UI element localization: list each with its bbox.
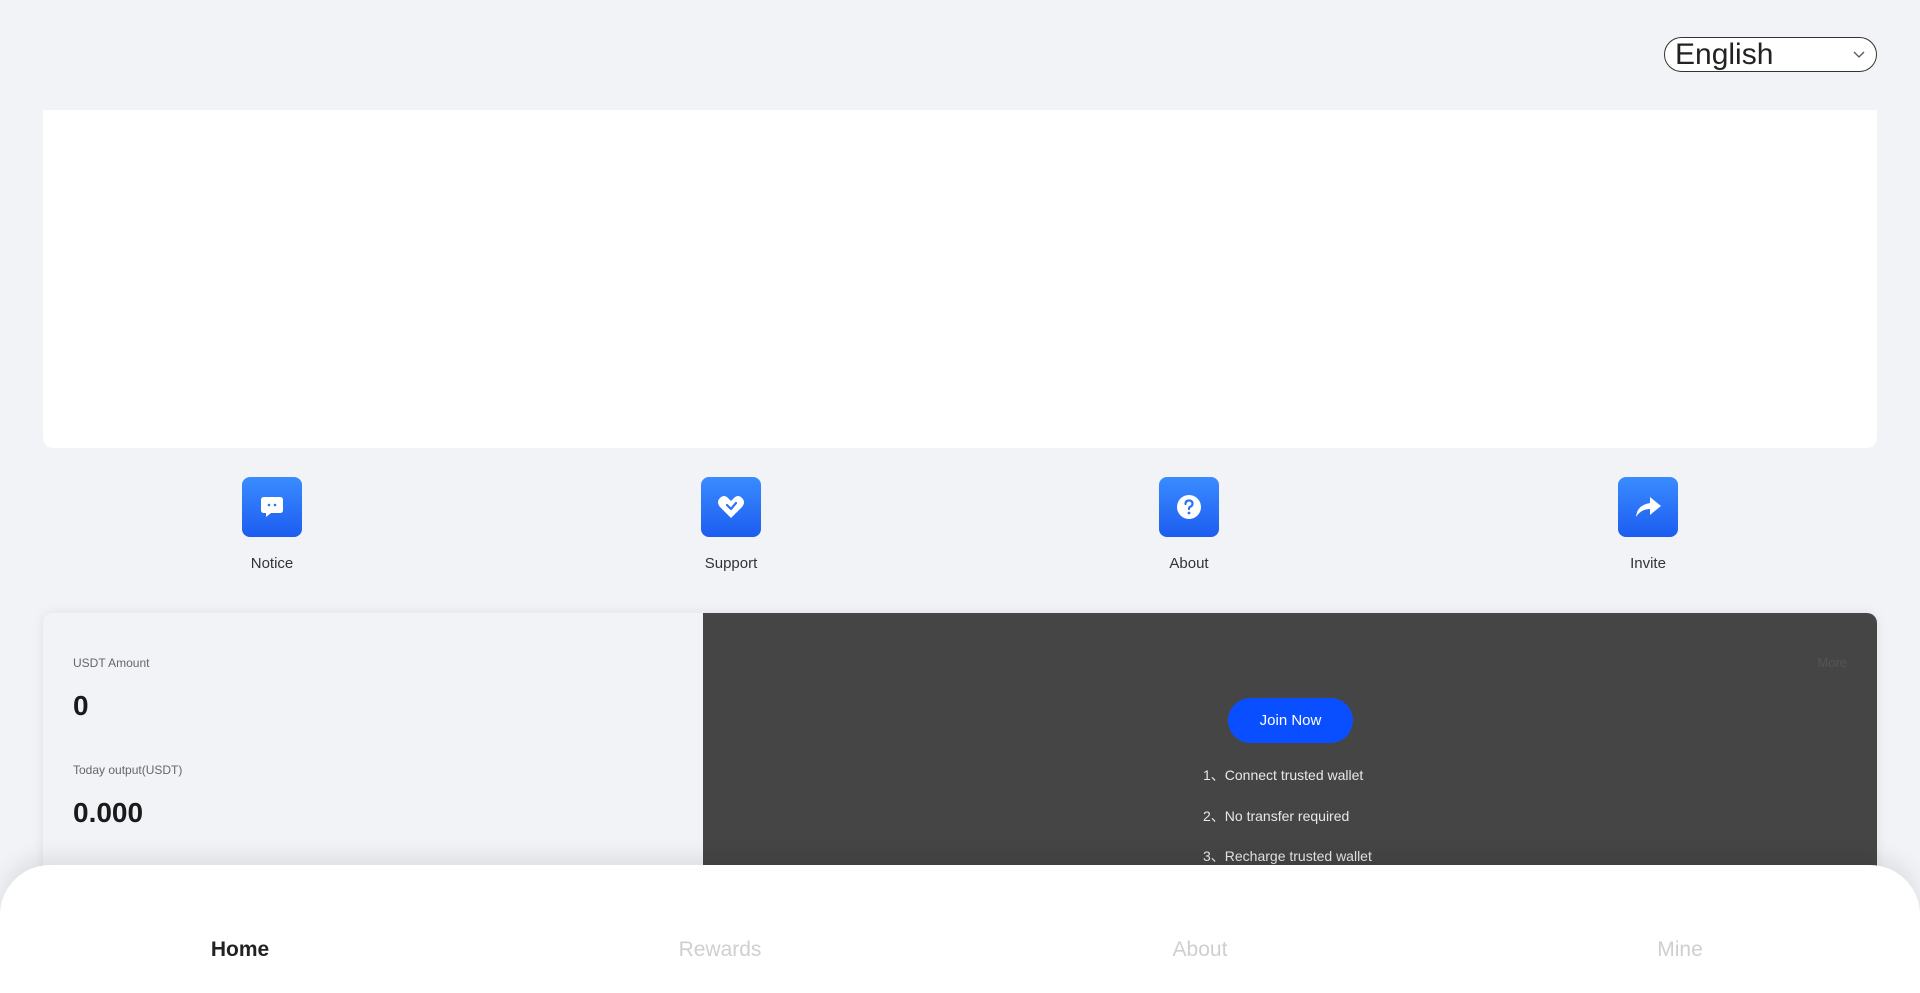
quick-actions: Notice Support About Invite <box>0 477 1920 577</box>
notice-button[interactable]: Notice <box>212 477 332 577</box>
page: English Notice Support About Invite USDT… <box>0 0 1920 993</box>
today-output-value: 0.000 <box>73 797 144 828</box>
language-select[interactable]: English <box>1664 37 1877 72</box>
about-label: About <box>1169 555 1209 572</box>
banner <box>43 110 1877 448</box>
nav-item-mine[interactable]: Mine <box>1657 938 1703 962</box>
heart-handshake-icon <box>701 477 761 537</box>
invite-label: Invite <box>1630 555 1666 572</box>
usdt-amount-label: USDT Amount <box>73 656 150 670</box>
notice-label: Notice <box>250 555 294 572</box>
today-output-label: Today output(USDT) <box>73 763 183 777</box>
question-circle-icon <box>1159 477 1219 537</box>
join-now-button[interactable]: Join Now <box>1228 698 1353 743</box>
support-label: Support <box>704 555 758 572</box>
share-arrow-icon <box>1618 477 1678 537</box>
chevron-down-icon <box>1852 48 1866 62</box>
about-button[interactable]: About <box>1129 477 1249 577</box>
support-button[interactable]: Support <box>671 477 791 577</box>
step-item: 3、Recharge trusted wallet <box>1203 848 1372 864</box>
language-select-value: English <box>1675 38 1774 71</box>
nav-item-rewards[interactable]: Rewards <box>679 938 762 962</box>
chat-bubble-icon <box>242 477 302 537</box>
usdt-amount-value: 0 <box>73 690 89 721</box>
more-link[interactable]: More <box>1817 655 1847 670</box>
invite-button[interactable]: Invite <box>1588 477 1708 577</box>
bottom-nav: Home Rewards About Mine <box>0 865 1920 993</box>
step-item: 2、No transfer required <box>1203 808 1350 824</box>
step-item: 1、Connect trusted wallet <box>1203 767 1364 783</box>
nav-item-about[interactable]: About <box>1173 938 1228 962</box>
nav-item-home[interactable]: Home <box>211 938 269 962</box>
